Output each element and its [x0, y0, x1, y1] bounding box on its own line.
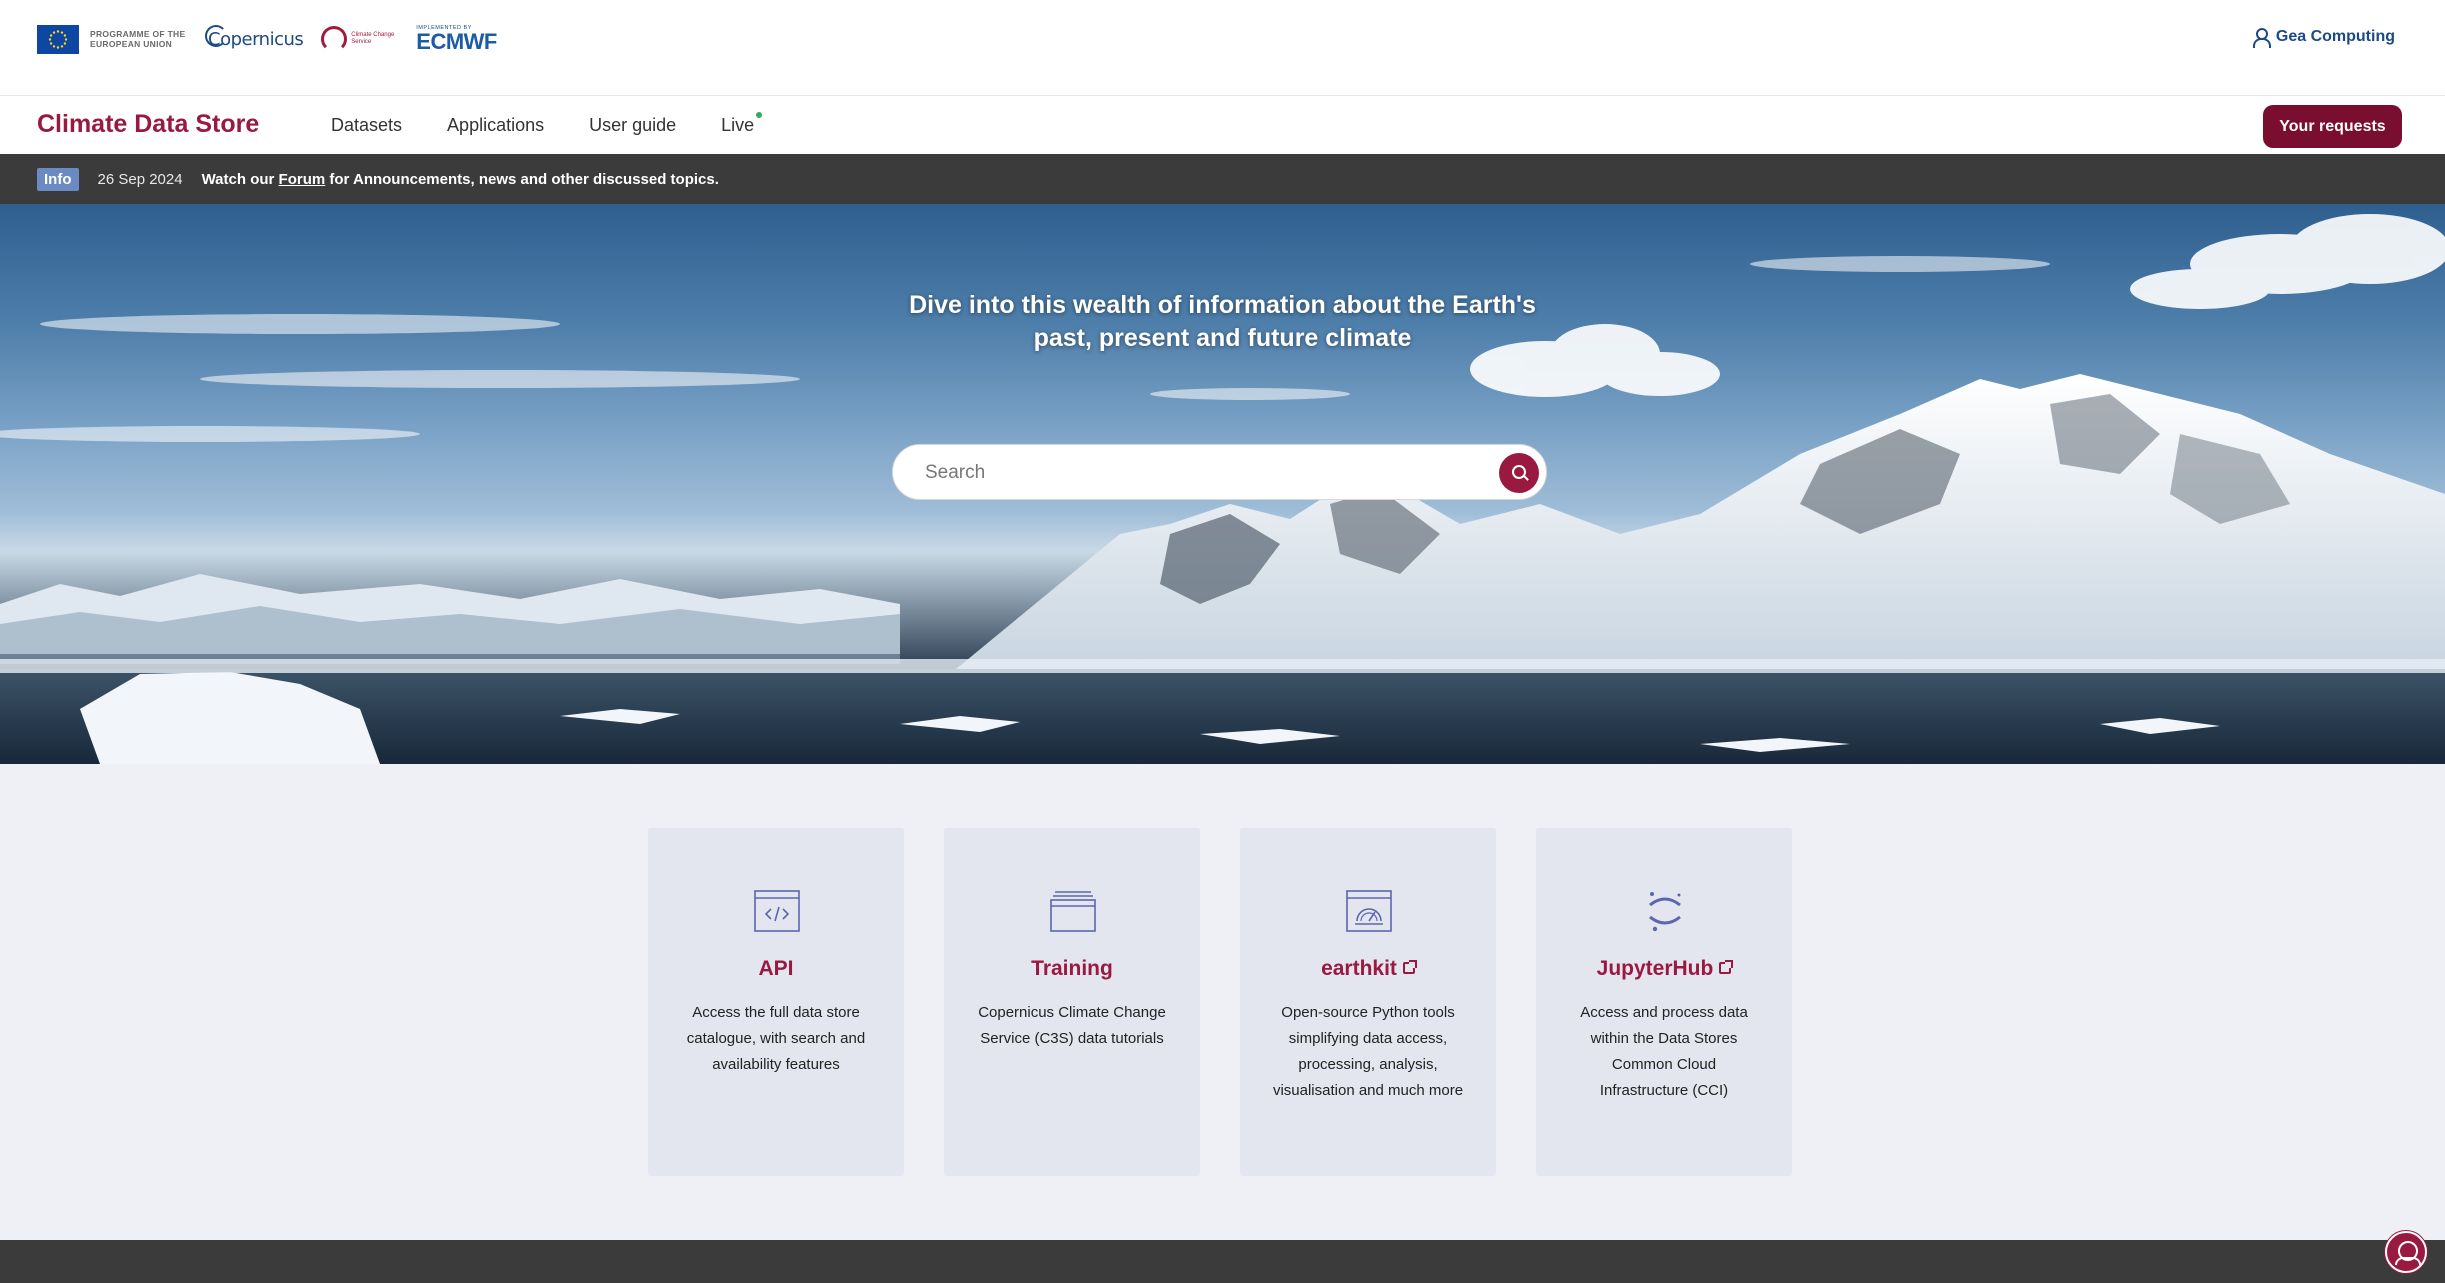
card-training[interactable]: Training Copernicus Climate Change Servi… — [944, 828, 1200, 1176]
main-navbar: Climate Data Store Datasets Applications… — [0, 95, 2445, 154]
nav-item-live[interactable]: Live — [721, 112, 763, 136]
card-api-title: API — [758, 957, 794, 980]
copernicus-ring-icon — [205, 24, 227, 47]
nav-item-datasets[interactable]: Datasets — [331, 115, 402, 136]
live-status-dot-icon — [756, 112, 763, 118]
search-button[interactable] — [1499, 453, 1539, 493]
user-account-link[interactable]: Gea Computing — [2252, 28, 2395, 48]
card-jupyterhub[interactable]: JupyterHub Access and process data withi… — [1536, 828, 1792, 1176]
card-jupyterhub-title: JupyterHub — [1536, 957, 1792, 981]
nav-item-live-label: Live — [721, 115, 755, 135]
page-footer — [0, 1240, 2445, 1283]
card-training-title: Training — [1031, 957, 1113, 980]
eu-flag-icon — [37, 24, 79, 54]
external-link-icon — [1402, 960, 1417, 974]
card-earthkit-description: Open-source Python tools simplifying dat… — [1272, 1004, 1464, 1099]
hero-title-line2: past, present and future climate — [1033, 324, 1412, 352]
card-api-description: Access the full data store catalogue, wi… — [686, 1004, 866, 1073]
copernicus-logo[interactable]: Copernicus — [205, 24, 304, 50]
eu-programme-text: PROGRAMME OF THE EUROPEAN UNION — [90, 29, 186, 49]
c3s-logo[interactable]: Climate Change Service — [321, 26, 396, 52]
site-brand[interactable]: Climate Data Store — [37, 110, 259, 139]
hero-banner: Dive into this wealth of information abo… — [0, 204, 2445, 764]
user-name: Gea Computing — [2275, 28, 2395, 45]
code-window-icon — [754, 890, 800, 932]
info-badge: Info — [37, 167, 79, 191]
card-api[interactable]: API Access the full data store catalogue… — [648, 828, 904, 1176]
c3s-swirl-icon — [321, 26, 348, 52]
jupyter-icon — [1649, 892, 1681, 932]
c3s-logo-text: Climate Change Service — [351, 32, 395, 45]
info-message: Watch our Forum for Announcements, news … — [202, 171, 719, 188]
card-jupyterhub-title-text: JupyterHub — [1596, 957, 1714, 980]
nav-menu: Datasets Applications User guide Live — [331, 112, 763, 136]
feature-cards-section: API Access the full data store catalogue… — [0, 764, 2445, 1240]
user-icon — [2252, 28, 2271, 48]
hero-search-box — [892, 444, 1547, 500]
nav-item-user-guide[interactable]: User guide — [589, 115, 676, 136]
card-earthkit-title: earthkit — [1240, 957, 1496, 981]
info-message-suffix: for Announcements, news and other discus… — [329, 170, 719, 188]
ecmwf-logo[interactable]: IMPLEMENTED BY ECMWF — [416, 25, 497, 53]
dashboard-window-icon — [1346, 890, 1392, 932]
your-requests-button[interactable]: Your requests — [2263, 105, 2402, 148]
info-date: 26 Sep 2024 — [97, 170, 183, 188]
card-earthkit-title-text: earthkit — [1321, 957, 1397, 980]
logo-bar: PROGRAMME OF THE EUROPEAN UNION Copernic… — [0, 0, 2445, 95]
card-jupyterhub-description: Access and process data within the Data … — [1580, 1004, 1748, 1099]
support-chat-button[interactable] — [2385, 1231, 2427, 1273]
card-earthkit[interactable]: earthkit Open-source Python tools simpli… — [1240, 828, 1496, 1176]
search-input[interactable] — [925, 459, 1465, 487]
stacked-window-icon — [1050, 891, 1096, 932]
card-training-description: Copernicus Climate Change Service (C3S) … — [978, 1004, 1166, 1047]
hero-title: Dive into this wealth of information abo… — [0, 289, 2445, 355]
info-banner: Info 26 Sep 2024 Watch our Forum for Ann… — [0, 154, 2445, 204]
external-link-icon — [1719, 960, 1734, 974]
hero-title-line1: Dive into this wealth of information abo… — [909, 291, 1536, 319]
info-message-prefix: Watch our — [201, 170, 275, 188]
partner-logos: PROGRAMME OF THE EUROPEAN UNION Copernic… — [37, 22, 497, 56]
ecmwf-logo-text: ECMWF — [416, 29, 497, 54]
nav-item-applications[interactable]: Applications — [447, 115, 544, 136]
forum-link[interactable]: Forum — [279, 171, 326, 188]
